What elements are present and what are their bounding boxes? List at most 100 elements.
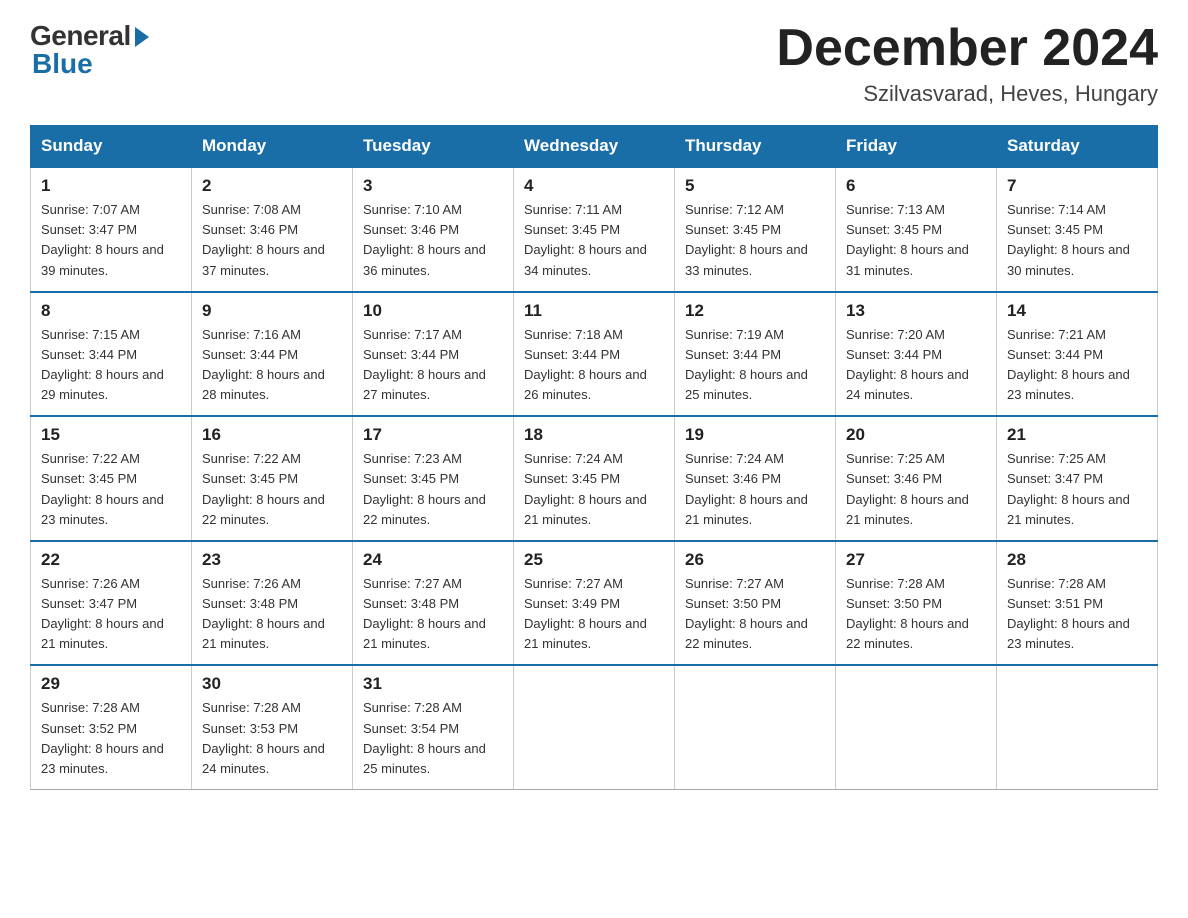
calendar-day-cell: 13Sunrise: 7:20 AMSunset: 3:44 PMDayligh… [836,292,997,417]
day-info: Sunrise: 7:26 AMSunset: 3:48 PMDaylight:… [202,574,342,655]
calendar-day-cell: 4Sunrise: 7:11 AMSunset: 3:45 PMDaylight… [514,167,675,292]
calendar-day-cell: 10Sunrise: 7:17 AMSunset: 3:44 PMDayligh… [353,292,514,417]
calendar-header-row: SundayMondayTuesdayWednesdayThursdayFrid… [31,126,1158,168]
calendar-day-cell: 24 Sunrise: 7:27 AMSunset: 3:48 PMDayligh… [353,541,514,666]
calendar-week-row: 22 Sunrise: 7:26 AMSunset: 3:47 PMDayligh… [31,541,1158,666]
day-number: 3 [363,176,503,196]
day-info: Sunrise: 7:28 AMSunset: 3:51 PMDaylight:… [1007,574,1147,655]
calendar-week-row: 15 Sunrise: 7:22 AMSunset: 3:45 PMDayligh… [31,416,1158,541]
day-number: 23 [202,550,342,570]
page-header: General Blue December 2024 Szilvasvarad,… [30,20,1158,107]
day-info: Sunrise: 7:22 AMSunset: 3:45 PMDaylight:… [41,449,181,530]
day-number: 11 [524,301,664,321]
day-info: Sunrise: 7:12 AMSunset: 3:45 PMDaylight:… [685,200,825,281]
calendar-day-cell: 23 Sunrise: 7:26 AMSunset: 3:48 PMDayligh… [192,541,353,666]
calendar-day-cell: 27 Sunrise: 7:28 AMSunset: 3:50 PMDayligh… [836,541,997,666]
logo: General Blue [30,20,149,80]
calendar-day-cell [514,665,675,789]
day-info: Sunrise: 7:23 AMSunset: 3:45 PMDaylight:… [363,449,503,530]
calendar-day-cell: 2Sunrise: 7:08 AMSunset: 3:46 PMDaylight… [192,167,353,292]
calendar-day-cell: 11 Sunrise: 7:18 AMSunset: 3:44 PMDayligh… [514,292,675,417]
calendar-day-cell: 20 Sunrise: 7:25 AMSunset: 3:46 PMDayligh… [836,416,997,541]
day-info: Sunrise: 7:16 AMSunset: 3:44 PMDaylight:… [202,325,342,406]
day-info: Sunrise: 7:14 AMSunset: 3:45 PMDaylight:… [1007,200,1147,281]
day-number: 8 [41,301,181,321]
day-number: 6 [846,176,986,196]
day-number: 13 [846,301,986,321]
calendar-day-cell: 14 Sunrise: 7:21 AMSunset: 3:44 PMDayligh… [997,292,1158,417]
day-info: Sunrise: 7:10 AMSunset: 3:46 PMDaylight:… [363,200,503,281]
day-number: 29 [41,674,181,694]
day-info: Sunrise: 7:28 AMSunset: 3:53 PMDaylight:… [202,698,342,779]
calendar-day-cell: 26Sunrise: 7:27 AMSunset: 3:50 PMDayligh… [675,541,836,666]
logo-arrow-icon [135,27,149,47]
calendar-col-header-saturday: Saturday [997,126,1158,168]
day-number: 21 [1007,425,1147,445]
day-number: 19 [685,425,825,445]
day-info: Sunrise: 7:15 AMSunset: 3:44 PMDaylight:… [41,325,181,406]
day-info: Sunrise: 7:25 AMSunset: 3:46 PMDaylight:… [846,449,986,530]
calendar-day-cell: 3 Sunrise: 7:10 AMSunset: 3:46 PMDaylight… [353,167,514,292]
day-info: Sunrise: 7:28 AMSunset: 3:52 PMDaylight:… [41,698,181,779]
day-number: 17 [363,425,503,445]
calendar-week-row: 29 Sunrise: 7:28 AMSunset: 3:52 PMDayligh… [31,665,1158,789]
day-info: Sunrise: 7:27 AMSunset: 3:49 PMDaylight:… [524,574,664,655]
day-number: 24 [363,550,503,570]
calendar-day-cell: 25 Sunrise: 7:27 AMSunset: 3:49 PMDayligh… [514,541,675,666]
calendar-day-cell: 17 Sunrise: 7:23 AMSunset: 3:45 PMDayligh… [353,416,514,541]
calendar-col-header-wednesday: Wednesday [514,126,675,168]
logo-blue-text: Blue [32,48,93,80]
calendar-day-cell: 21 Sunrise: 7:25 AMSunset: 3:47 PMDayligh… [997,416,1158,541]
title-block: December 2024 Szilvasvarad, Heves, Hunga… [776,20,1158,107]
day-number: 15 [41,425,181,445]
calendar-day-cell [836,665,997,789]
calendar-col-header-thursday: Thursday [675,126,836,168]
calendar-day-cell [997,665,1158,789]
calendar-day-cell: 7 Sunrise: 7:14 AMSunset: 3:45 PMDaylight… [997,167,1158,292]
calendar-day-cell: 28 Sunrise: 7:28 AMSunset: 3:51 PMDayligh… [997,541,1158,666]
day-number: 14 [1007,301,1147,321]
calendar-col-header-sunday: Sunday [31,126,192,168]
day-info: Sunrise: 7:25 AMSunset: 3:47 PMDaylight:… [1007,449,1147,530]
day-info: Sunrise: 7:24 AMSunset: 3:45 PMDaylight:… [524,449,664,530]
day-info: Sunrise: 7:13 AMSunset: 3:45 PMDaylight:… [846,200,986,281]
day-info: Sunrise: 7:07 AMSunset: 3:47 PMDaylight:… [41,200,181,281]
day-info: Sunrise: 7:18 AMSunset: 3:44 PMDaylight:… [524,325,664,406]
day-number: 10 [363,301,503,321]
day-info: Sunrise: 7:26 AMSunset: 3:47 PMDaylight:… [41,574,181,655]
day-info: Sunrise: 7:21 AMSunset: 3:44 PMDaylight:… [1007,325,1147,406]
calendar-day-cell: 15 Sunrise: 7:22 AMSunset: 3:45 PMDayligh… [31,416,192,541]
day-number: 20 [846,425,986,445]
day-number: 30 [202,674,342,694]
calendar-day-cell: 31Sunrise: 7:28 AMSunset: 3:54 PMDayligh… [353,665,514,789]
day-info: Sunrise: 7:28 AMSunset: 3:50 PMDaylight:… [846,574,986,655]
calendar-week-row: 1Sunrise: 7:07 AMSunset: 3:47 PMDaylight… [31,167,1158,292]
calendar-day-cell: 18 Sunrise: 7:24 AMSunset: 3:45 PMDayligh… [514,416,675,541]
calendar-day-cell: 12Sunrise: 7:19 AMSunset: 3:44 PMDayligh… [675,292,836,417]
day-number: 16 [202,425,342,445]
day-number: 9 [202,301,342,321]
calendar-day-cell [675,665,836,789]
calendar-day-cell: 8 Sunrise: 7:15 AMSunset: 3:44 PMDaylight… [31,292,192,417]
day-info: Sunrise: 7:24 AMSunset: 3:46 PMDaylight:… [685,449,825,530]
day-number: 4 [524,176,664,196]
location-text: Szilvasvarad, Heves, Hungary [776,81,1158,107]
calendar-week-row: 8 Sunrise: 7:15 AMSunset: 3:44 PMDaylight… [31,292,1158,417]
calendar-day-cell: 16Sunrise: 7:22 AMSunset: 3:45 PMDayligh… [192,416,353,541]
day-number: 18 [524,425,664,445]
calendar-table: SundayMondayTuesdayWednesdayThursdayFrid… [30,125,1158,790]
day-number: 22 [41,550,181,570]
day-number: 27 [846,550,986,570]
day-number: 7 [1007,176,1147,196]
day-number: 28 [1007,550,1147,570]
day-number: 5 [685,176,825,196]
calendar-col-header-monday: Monday [192,126,353,168]
day-info: Sunrise: 7:27 AMSunset: 3:48 PMDaylight:… [363,574,503,655]
day-info: Sunrise: 7:27 AMSunset: 3:50 PMDaylight:… [685,574,825,655]
day-info: Sunrise: 7:19 AMSunset: 3:44 PMDaylight:… [685,325,825,406]
calendar-col-header-tuesday: Tuesday [353,126,514,168]
day-info: Sunrise: 7:08 AMSunset: 3:46 PMDaylight:… [202,200,342,281]
calendar-day-cell: 5 Sunrise: 7:12 AMSunset: 3:45 PMDaylight… [675,167,836,292]
month-title: December 2024 [776,20,1158,77]
day-number: 25 [524,550,664,570]
